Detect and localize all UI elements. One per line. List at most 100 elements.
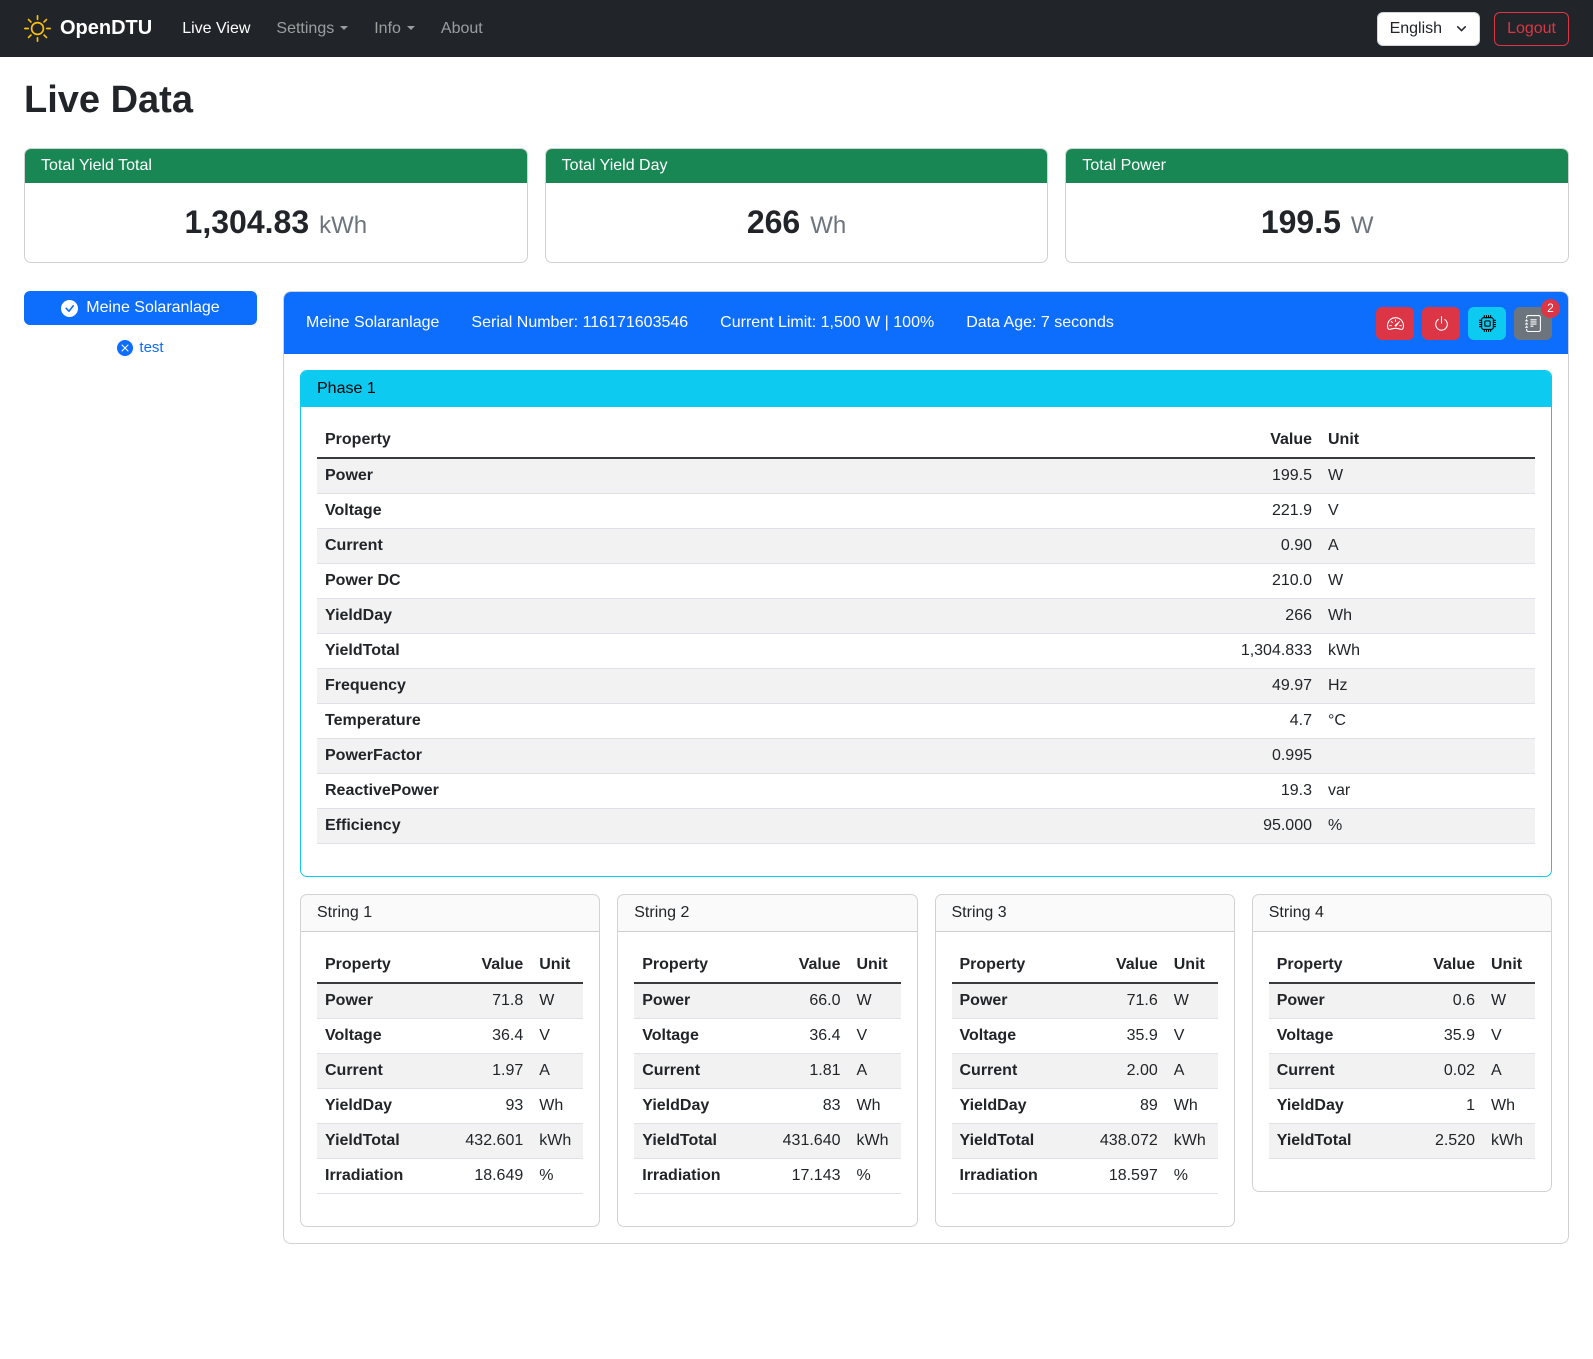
summary-unit: Wh: [810, 212, 846, 240]
string-table-header-row: Property Value Unit: [634, 948, 900, 983]
row-unit: W: [1483, 983, 1535, 1019]
row-property: Irradiation: [952, 1159, 1069, 1194]
sidebar-test-link[interactable]: test: [24, 339, 257, 356]
row-property: Power: [317, 458, 1072, 494]
table-row: YieldTotal438.072kWh: [952, 1124, 1218, 1159]
row-unit: V: [849, 1019, 901, 1054]
row-value: 71.8: [434, 983, 531, 1019]
chevron-down-icon: [340, 26, 348, 30]
row-property: Frequency: [317, 669, 1072, 704]
phase-card-header: Phase 1: [301, 371, 1551, 407]
navbar-right: English Logout: [1377, 12, 1569, 46]
inverter-limit: Current Limit: 1,500 W | 100%: [720, 314, 934, 332]
inverter-select-button[interactable]: Meine Solaranlage: [24, 291, 257, 325]
inverter-select-label: Meine Solaranlage: [86, 299, 219, 317]
row-unit: Wh: [531, 1089, 583, 1124]
nav-item-about[interactable]: About: [433, 12, 491, 46]
row-property: YieldTotal: [1269, 1124, 1386, 1159]
string-card-title: String 2: [618, 895, 916, 932]
row-unit: A: [849, 1054, 901, 1089]
table-row: Temperature4.7°C: [317, 704, 1535, 739]
row-property: YieldTotal: [317, 634, 1072, 669]
row-value: 49.97: [1072, 669, 1320, 704]
table-row: YieldDay89Wh: [952, 1089, 1218, 1124]
row-unit: W: [1320, 564, 1535, 599]
inverter-panel: Meine Solaranlage Serial Number: 1161716…: [283, 291, 1569, 1244]
row-unit: W: [849, 983, 901, 1019]
sidebar: Meine Solaranlage test: [24, 291, 257, 356]
row-property: Irradiation: [317, 1159, 434, 1194]
nav-item-settings[interactable]: Settings: [268, 12, 356, 46]
row-property: YieldDay: [317, 599, 1072, 634]
string-table-body: Power0.6WVoltage35.9VCurrent0.02AYieldDa…: [1269, 983, 1535, 1159]
table-row: YieldDay93Wh: [317, 1089, 583, 1124]
string-card: String 2 Property Value Unit Power66.0WV…: [617, 894, 917, 1227]
row-property: Voltage: [317, 1019, 434, 1054]
row-unit: A: [531, 1054, 583, 1089]
row-value: 0.995: [1072, 739, 1320, 774]
string-col-unit: Unit: [1166, 948, 1218, 983]
nav-item-info[interactable]: Info: [366, 12, 423, 46]
row-value: 93: [434, 1089, 531, 1124]
limit-settings-button[interactable]: [1376, 307, 1414, 340]
check-circle-icon: [61, 300, 78, 317]
phase-col-value: Value: [1072, 423, 1320, 458]
row-unit: A: [1166, 1054, 1218, 1089]
row-value: 2.00: [1069, 1054, 1166, 1089]
row-unit: kWh: [1166, 1124, 1218, 1159]
row-value: 0.6: [1386, 983, 1483, 1019]
string-table-body: Power66.0WVoltage36.4VCurrent1.81AYieldD…: [634, 983, 900, 1194]
string-table-header-row: Property Value Unit: [317, 948, 583, 983]
journal-icon: [1525, 315, 1542, 332]
inverter-panel-header: Meine Solaranlage Serial Number: 1161716…: [284, 292, 1568, 354]
table-row: Voltage35.9V: [952, 1019, 1218, 1054]
string-col-unit: Unit: [849, 948, 901, 983]
row-value: 0.90: [1072, 529, 1320, 564]
phase-col-unit: Unit: [1320, 423, 1535, 458]
row-value: 18.649: [434, 1159, 531, 1194]
row-value: 19.3: [1072, 774, 1320, 809]
brand[interactable]: OpenDTU: [24, 15, 152, 42]
page-container: Live Data Total Yield Total 1,304.83 kWh…: [0, 57, 1593, 1268]
table-row: Voltage221.9V: [317, 494, 1535, 529]
nav-item-live-view[interactable]: Live View: [174, 12, 258, 46]
row-value: 35.9: [1386, 1019, 1483, 1054]
row-unit: kWh: [1483, 1124, 1535, 1159]
string-col-value: Value: [1386, 948, 1483, 983]
language-select-value: English: [1390, 20, 1442, 38]
row-unit: [1320, 739, 1535, 774]
table-row: Power66.0W: [634, 983, 900, 1019]
string-card: String 3 Property Value Unit Power71.6WV…: [935, 894, 1235, 1227]
row-unit: Wh: [849, 1089, 901, 1124]
phase-card: Phase 1 Property Value Unit Power199.5WV…: [300, 370, 1552, 877]
phase-table-body: Power199.5WVoltage221.9VCurrent0.90A Powe…: [317, 458, 1535, 844]
row-property: Current: [634, 1054, 751, 1089]
brand-label: OpenDTU: [60, 17, 152, 40]
string-card-title: String 1: [301, 895, 599, 932]
row-unit: %: [531, 1159, 583, 1194]
language-select[interactable]: English: [1377, 12, 1480, 46]
row-unit: %: [1166, 1159, 1218, 1194]
table-row: YieldTotal432.601kWh: [317, 1124, 583, 1159]
table-row: Voltage36.4V: [634, 1019, 900, 1054]
row-value: 71.6: [1069, 983, 1166, 1019]
row-value: 35.9: [1069, 1019, 1166, 1054]
string-col-unit: Unit: [1483, 948, 1535, 983]
sun-icon: [24, 15, 51, 42]
row-property: Power: [952, 983, 1069, 1019]
table-row: ReactivePower19.3var: [317, 774, 1535, 809]
inverter-name: Meine Solaranlage: [306, 314, 439, 332]
row-unit: Hz: [1320, 669, 1535, 704]
table-row: Current0.90A: [317, 529, 1535, 564]
power-button[interactable]: [1422, 307, 1460, 340]
device-info-button[interactable]: [1468, 307, 1506, 340]
logout-button[interactable]: Logout: [1494, 12, 1569, 46]
row-property: YieldDay: [952, 1089, 1069, 1124]
string-table: Property Value Unit Power71.8WVoltage36.…: [317, 948, 583, 1194]
table-row: Power199.5W: [317, 458, 1535, 494]
string-col-value: Value: [434, 948, 531, 983]
row-value: 266: [1072, 599, 1320, 634]
string-table: Property Value Unit Power0.6WVoltage35.9…: [1269, 948, 1535, 1159]
event-log-button[interactable]: 2: [1514, 307, 1552, 340]
chevron-down-icon: [1456, 23, 1467, 34]
